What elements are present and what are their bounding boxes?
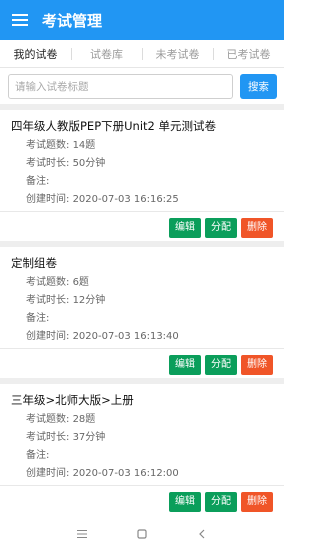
question-count-value: 14题 [72,140,96,151]
paper-card: 定制组卷 考试题数: 6题 考试时长: 12分钟 备注: 创建时间: 2020-… [0,247,284,378]
paper-card: 三年级>北师大版>上册 考试题数: 28题 考试时长: 37分钟 备注: 创建时… [0,384,284,515]
question-count-value: 6题 [72,277,89,288]
tab-bar: 我的试卷 试卷库 未考试卷 已考试卷 [0,40,284,68]
remark-label: 备注: [26,450,50,461]
duration-label: 考试时长: [26,158,70,169]
duration-value: 12分钟 [72,295,106,306]
delete-button[interactable]: 删除 [241,217,273,238]
question-count-value: 28题 [72,414,96,425]
app-bar: 考试管理 [0,0,284,40]
question-count-label: 考试题数: [26,140,70,151]
paper-title[interactable]: 三年级>北师大版>上册 [0,384,284,411]
assign-button[interactable]: 分配 [205,491,237,512]
remark-label: 备注: [26,176,50,187]
duration-value: 50分钟 [72,158,106,169]
created-time-value: 2020-07-03 16:12:00 [72,468,179,479]
duration-row: 考试时长: 50分钟 [0,155,284,173]
duration-value: 37分钟 [72,432,106,443]
paper-card: 四年级人教版PEP下册Unit2 单元测试卷 考试题数: 14题 考试时长: 5… [0,110,284,241]
menu-nav-icon[interactable] [52,529,112,538]
card-actions: 编辑 分配 删除 [0,348,284,378]
created-time-label: 创建时间: [26,468,70,479]
created-time-label: 创建时间: [26,194,70,205]
created-time-row: 创建时间: 2020-07-03 16:13:40 [0,328,284,346]
delete-button[interactable]: 删除 [241,354,273,375]
duration-label: 考试时长: [26,432,70,443]
hamburger-menu-icon[interactable] [12,14,28,26]
duration-row: 考试时长: 37分钟 [0,429,284,447]
edit-button[interactable]: 编辑 [169,354,201,375]
assign-button[interactable]: 分配 [205,354,237,375]
created-time-row: 创建时间: 2020-07-03 16:16:25 [0,191,284,209]
question-count-row: 考试题数: 28题 [0,411,284,429]
created-time-row: 创建时间: 2020-07-03 16:12:00 [0,465,284,483]
card-actions: 编辑 分配 删除 [0,211,284,241]
created-time-value: 2020-07-03 16:16:25 [72,194,179,205]
tab-paper-library[interactable]: 试卷库 [71,46,142,62]
delete-button[interactable]: 删除 [241,491,273,512]
tab-my-papers[interactable]: 我的试卷 [0,46,71,62]
edit-button[interactable]: 编辑 [169,491,201,512]
question-count-label: 考试题数: [26,414,70,425]
tab-completed-papers[interactable]: 已考试卷 [213,46,284,62]
created-time-label: 创建时间: [26,331,70,342]
page-title: 考试管理 [42,11,103,30]
paper-title[interactable]: 定制组卷 [0,247,284,274]
card-actions: 编辑 分配 删除 [0,485,284,515]
created-time-value: 2020-07-03 16:13:40 [72,331,179,342]
duration-row: 考试时长: 12分钟 [0,292,284,310]
tab-pending-papers[interactable]: 未考试卷 [142,46,213,62]
duration-label: 考试时长: [26,295,70,306]
search-input[interactable] [8,74,233,99]
remark-row: 备注: [0,173,284,191]
question-count-label: 考试题数: [26,277,70,288]
system-navigation-bar [0,517,284,550]
home-nav-icon[interactable] [112,528,172,539]
remark-row: 备注: [0,447,284,465]
remark-row: 备注: [0,310,284,328]
question-count-row: 考试题数: 14题 [0,137,284,155]
search-bar: 搜索 [0,68,284,104]
question-count-row: 考试题数: 6题 [0,274,284,292]
back-nav-icon[interactable] [172,529,232,539]
search-button[interactable]: 搜索 [240,74,277,99]
paper-title[interactable]: 四年级人教版PEP下册Unit2 单元测试卷 [0,110,284,137]
assign-button[interactable]: 分配 [205,217,237,238]
remark-label: 备注: [26,313,50,324]
edit-button[interactable]: 编辑 [169,217,201,238]
